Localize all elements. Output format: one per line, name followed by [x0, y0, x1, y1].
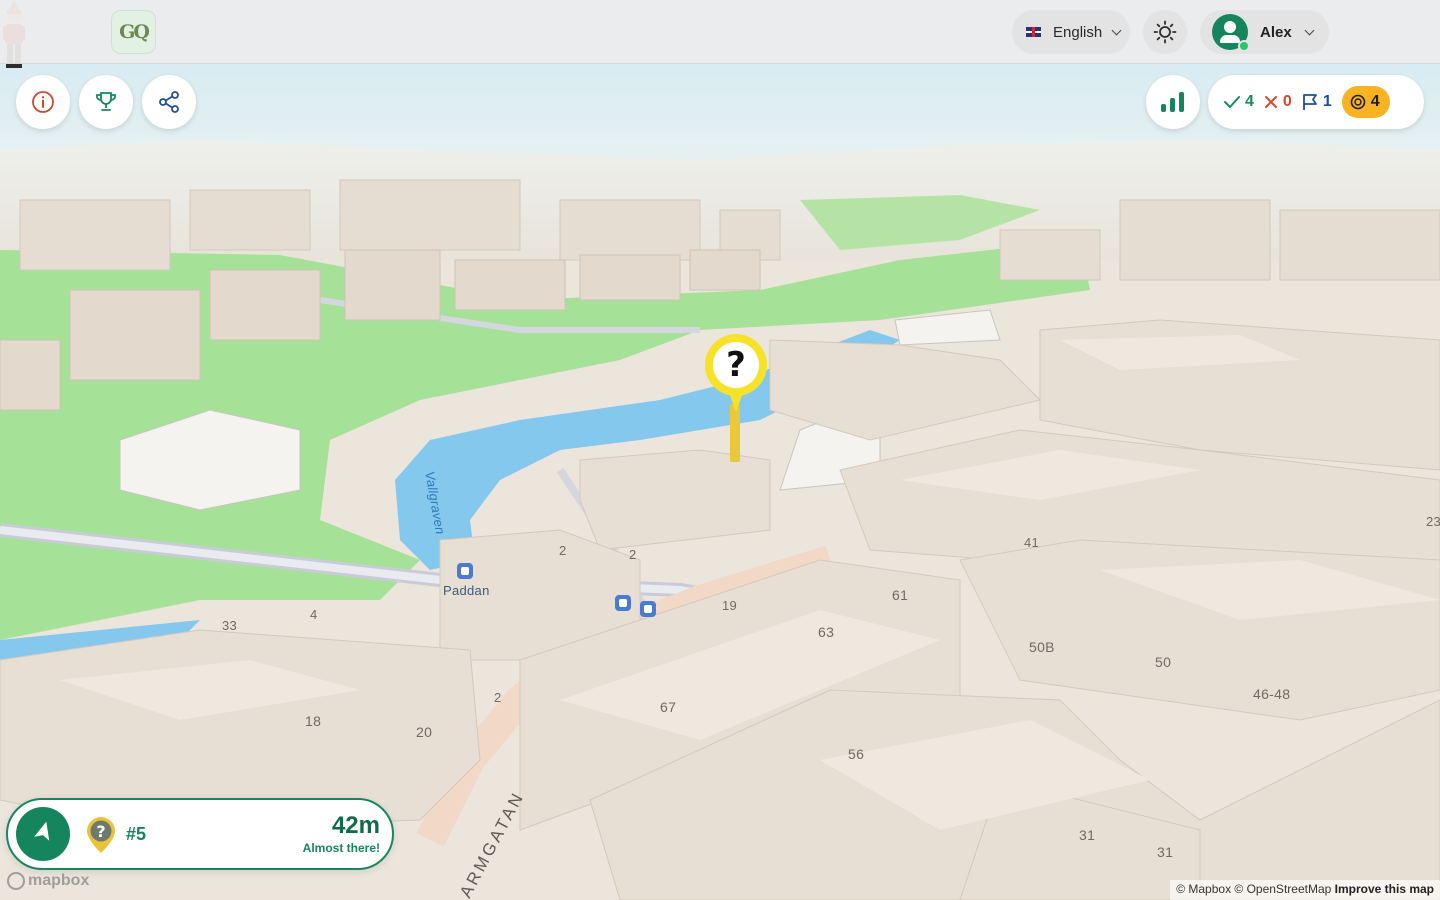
- flag-icon: [1302, 94, 1317, 110]
- bus-stop-icon[interactable]: [640, 601, 656, 617]
- question-number: #5: [126, 824, 147, 844]
- pin-stem: [730, 404, 740, 462]
- pin-head: ?: [705, 334, 767, 396]
- top-bar: GQ English Alex: [0, 0, 1440, 64]
- map-house-number: 31: [1157, 844, 1174, 860]
- sun-icon: [1153, 20, 1177, 44]
- map-house-number: 2: [494, 690, 502, 705]
- correct-value: 4: [1245, 93, 1254, 110]
- coin-count: 4: [1341, 86, 1390, 118]
- map-house-number: 33: [222, 618, 238, 633]
- uk-flag-icon: [1026, 27, 1041, 37]
- user-menu[interactable]: Alex: [1200, 10, 1329, 54]
- wrong-value: 0: [1282, 93, 1292, 110]
- info-icon: [32, 91, 54, 113]
- flag-value: 1: [1322, 93, 1332, 110]
- flag-count: 1: [1302, 93, 1332, 111]
- map-house-number: 67: [660, 699, 677, 715]
- leaderboard-button[interactable]: [79, 75, 133, 129]
- question-marker-icon[interactable]: ?: [705, 334, 767, 462]
- map-attribution: © Mapbox © OpenStreetMap Improve this ma…: [1170, 880, 1440, 900]
- cross-icon: [1264, 96, 1277, 108]
- mapbox-logo[interactable]: mapbox: [7, 872, 89, 890]
- theme-toggle-button[interactable]: [1143, 10, 1187, 54]
- share-button[interactable]: [142, 75, 196, 129]
- scoreboard: 4 0 1 4: [1208, 75, 1424, 129]
- svg-text:?: ?: [96, 822, 105, 841]
- distance-value: 42m: [331, 812, 380, 839]
- user-name: Alex: [1260, 23, 1292, 41]
- attribution-text[interactable]: © Mapbox © OpenStreetMap: [1176, 882, 1331, 896]
- pin-symbol: ?: [713, 342, 759, 388]
- map-house-number: 4: [310, 607, 318, 622]
- share-icon: [159, 91, 179, 113]
- online-status-dot: [1238, 40, 1250, 52]
- coin-value: 4: [1370, 93, 1380, 110]
- map-house-number: 18: [305, 713, 322, 729]
- map-house-number: 63: [818, 624, 835, 640]
- question-badge-icon: ?: [87, 817, 115, 853]
- navigate-button[interactable]: [16, 807, 70, 861]
- bar-chart-icon: [1161, 92, 1184, 112]
- app-logo[interactable]: GQ: [111, 10, 156, 54]
- distance-status: Almost there!: [302, 841, 380, 855]
- mapbox-wordmark: mapbox: [28, 872, 90, 889]
- map-house-number: 23: [1426, 514, 1440, 529]
- map-house-number: 56: [848, 746, 865, 762]
- language-selector[interactable]: English: [1012, 10, 1130, 54]
- map-house-number: 50: [1155, 654, 1172, 670]
- map-house-number: 2: [559, 543, 567, 558]
- stats-button[interactable]: [1146, 75, 1200, 129]
- map-house-number: 50B: [1029, 639, 1055, 655]
- map-label-poi[interactable]: Paddan: [443, 583, 490, 598]
- wrong-count: 0: [1264, 93, 1292, 111]
- info-button[interactable]: [16, 75, 70, 129]
- language-label: English: [1053, 23, 1103, 41]
- map-house-number: 31: [1079, 827, 1096, 843]
- coin-icon: [1350, 94, 1366, 110]
- map-house-number: 2: [629, 547, 637, 562]
- check-icon: [1224, 96, 1240, 108]
- map-house-number: 46-48: [1253, 686, 1291, 702]
- map-house-number: 61: [892, 587, 909, 603]
- map-house-number: 41: [1024, 535, 1040, 550]
- map-canvas[interactable]: Vallgraven Paddan ARMGATAN 2 2 19 41 61 …: [0, 0, 1440, 900]
- mapbox-logo-icon: [7, 872, 25, 890]
- bus-stop-icon[interactable]: [615, 595, 631, 611]
- map-house-number: 20: [416, 724, 433, 740]
- navigation-arrow-icon: [34, 822, 50, 841]
- trophy-icon: [96, 92, 116, 111]
- chevron-down-icon: [1304, 25, 1315, 35]
- correct-count: 4: [1224, 93, 1254, 111]
- ferry-stop-icon[interactable]: [457, 563, 473, 579]
- improve-map-link[interactable]: Improve this map: [1335, 882, 1434, 896]
- map-house-number: 19: [722, 598, 738, 613]
- navigation-panel[interactable]: ? #5 42m Almost there!: [6, 798, 394, 870]
- chevron-down-icon: [1111, 25, 1122, 35]
